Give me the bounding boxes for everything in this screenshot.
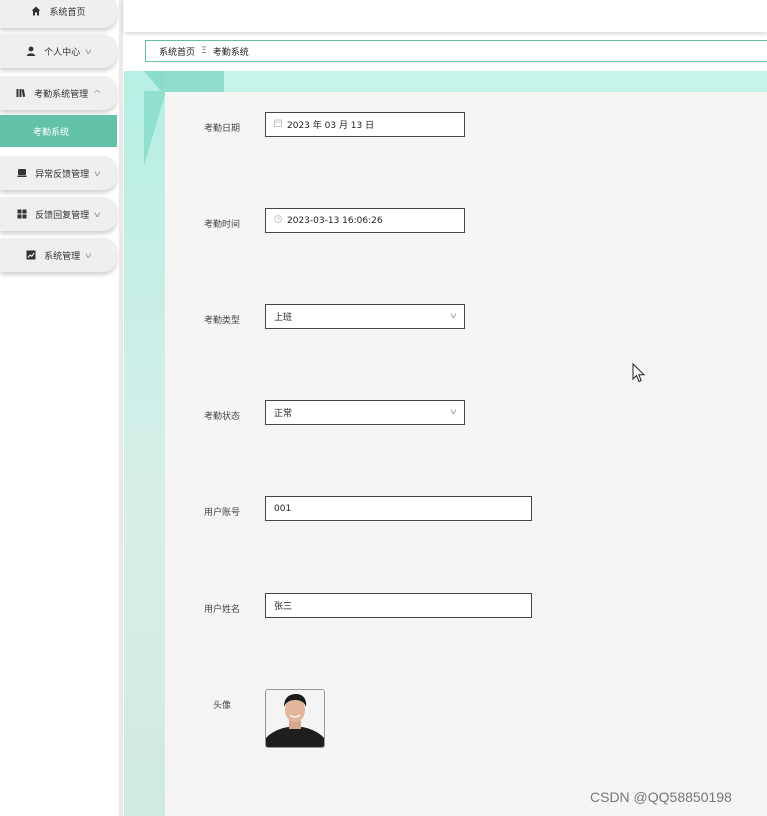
chevron-down-icon: v — [450, 407, 458, 416]
decorative-band — [124, 71, 165, 816]
sidebar-item-label: 系统首页 — [49, 7, 86, 18]
sidebar-item-label: 反馈回复管理 — [35, 210, 90, 221]
sidebar-subitem-attendance[interactable]: 考勤系统 — [0, 115, 117, 147]
avatar[interactable] — [265, 689, 325, 748]
date-label: 考勤日期 — [203, 124, 240, 134]
account-label: 用户账号 — [203, 508, 240, 518]
chevron-down-icon: v — [450, 311, 458, 320]
watermark: CSDN @QQ58850198 — [590, 789, 732, 805]
sidebar-item-home[interactable]: 系统首页 — [0, 0, 117, 28]
sidebar-item-system-management[interactable]: 系统管理 v — [0, 238, 117, 272]
status-select[interactable]: 正常 v — [265, 400, 465, 425]
breadcrumb-separator: Ξ — [201, 46, 207, 56]
sidebar-item-label: 考勤系统管理 — [34, 89, 89, 100]
sidebar-item-attendance-management[interactable]: 考勤系统管理 ^ — [0, 76, 117, 110]
books-icon — [16, 88, 26, 98]
sidebar-item-feedback-reply[interactable]: 反馈回复管理 v — [0, 197, 117, 231]
calendar-icon — [274, 119, 282, 130]
chart-icon — [26, 250, 36, 260]
home-icon — [31, 6, 41, 16]
sidebar-item-label: 系统管理 — [44, 251, 81, 262]
sidebar-item-label: 异常反馈管理 — [35, 169, 90, 180]
breadcrumb-current: 考勤系统 — [212, 47, 249, 58]
user-icon — [26, 46, 36, 56]
name-input[interactable]: 张三 — [265, 593, 532, 618]
chevron-up-icon: ^ — [92, 88, 103, 98]
time-picker[interactable]: 2023-03-13 16:06:26 — [265, 208, 465, 233]
avatar-label: 头像 — [212, 701, 231, 711]
type-label: 考勤类型 — [203, 316, 240, 326]
account-value: 001 — [274, 503, 292, 514]
sidebar-divider — [119, 0, 123, 816]
account-input[interactable]: 001 — [265, 496, 532, 521]
status-label: 考勤状态 — [203, 412, 240, 422]
type-value: 上班 — [274, 313, 293, 323]
status-value: 正常 — [274, 409, 293, 419]
decorative-triangle — [144, 91, 166, 166]
mouse-cursor-icon — [632, 362, 646, 386]
box-icon — [17, 168, 27, 178]
date-value: 2023 年 03 月 13 日 — [287, 121, 375, 131]
chevron-down-icon: v — [85, 46, 92, 56]
clock-icon — [274, 215, 282, 226]
form-panel — [165, 92, 767, 816]
time-label: 考勤时间 — [203, 220, 240, 230]
chevron-down-icon: v — [94, 209, 101, 219]
time-value: 2023-03-13 16:06:26 — [287, 215, 383, 226]
top-header — [124, 0, 767, 32]
breadcrumb-home[interactable]: 系统首页 — [159, 45, 195, 58]
name-label: 用户姓名 — [203, 605, 240, 615]
date-picker[interactable]: 2023 年 03 月 13 日 — [265, 112, 465, 137]
sidebar-item-label: 个人中心 — [44, 47, 81, 58]
chevron-down-icon: v — [94, 168, 101, 178]
sidebar-item-profile[interactable]: 个人中心 v — [0, 34, 117, 68]
breadcrumb: 系统首页 Ξ 考勤系统 — [145, 40, 767, 62]
grid-icon — [17, 209, 27, 219]
name-value: 张三 — [274, 602, 293, 612]
sidebar: 系统首页 个人中心 v 考勤系统管理 ^ 考勤系统 异常反馈管理 v 反馈回复管… — [0, 0, 119, 816]
avatar-photo — [266, 690, 324, 747]
sidebar-item-exception-feedback[interactable]: 异常反馈管理 v — [0, 156, 117, 190]
chevron-down-icon: v — [85, 250, 92, 260]
type-select[interactable]: 上班 v — [265, 304, 465, 329]
